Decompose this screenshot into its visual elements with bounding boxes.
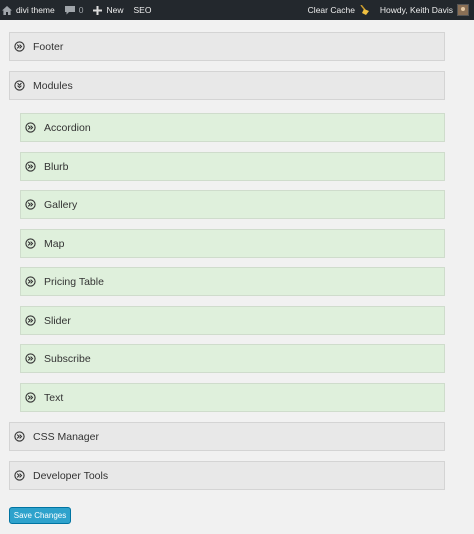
module-slider-label: Slider xyxy=(44,314,71,327)
module-accordion-label: Accordion xyxy=(44,121,91,134)
seo-label: SEO xyxy=(133,5,152,15)
my-account-link[interactable]: Howdy, Keith Davis xyxy=(375,0,474,20)
collapse-icon xyxy=(14,80,25,91)
panel-css-manager[interactable]: CSS Manager xyxy=(9,422,445,451)
seo-link[interactable]: SEO xyxy=(129,0,157,20)
module-subscribe-label: Subscribe xyxy=(44,352,91,365)
expand-icon xyxy=(25,315,36,326)
module-gallery-label: Gallery xyxy=(44,198,78,211)
expand-icon xyxy=(25,122,36,133)
module-text[interactable]: Text xyxy=(20,383,445,412)
expand-icon xyxy=(25,276,36,287)
panel-modules[interactable]: Modules xyxy=(9,71,445,100)
comments-link[interactable]: 0 xyxy=(60,0,89,20)
expand-icon xyxy=(25,392,36,403)
panel-css-manager-label: CSS Manager xyxy=(33,430,99,443)
admin-bar: divi theme 0 New SEO Clear Cache Howdy, … xyxy=(0,0,474,20)
module-pricing-table-label: Pricing Table xyxy=(44,275,104,288)
admin-bar-right: Clear Cache Howdy, Keith Davis xyxy=(303,0,474,20)
plus-icon xyxy=(93,5,103,15)
expand-icon xyxy=(14,431,25,442)
module-accordion[interactable]: Accordion xyxy=(20,113,445,142)
clear-cache-label: Clear Cache xyxy=(307,5,355,15)
panel-modules-label: Modules xyxy=(33,79,73,92)
avatar xyxy=(457,4,469,16)
expand-icon xyxy=(25,238,36,249)
panel-developer-tools[interactable]: Developer Tools xyxy=(9,461,445,490)
expand-icon xyxy=(25,161,36,172)
comment-count: 0 xyxy=(78,5,84,15)
module-slider[interactable]: Slider xyxy=(20,306,445,335)
module-blurb-label: Blurb xyxy=(44,160,69,173)
module-text-label: Text xyxy=(44,391,64,404)
expand-icon xyxy=(25,353,36,364)
module-blurb[interactable]: Blurb xyxy=(20,152,445,181)
clear-cache-link[interactable]: Clear Cache xyxy=(303,0,375,20)
module-subscribe[interactable]: Subscribe xyxy=(20,344,445,373)
module-pricing-table[interactable]: Pricing Table xyxy=(20,267,445,296)
module-map[interactable]: Map xyxy=(20,229,445,258)
save-changes-button[interactable]: Save Changes xyxy=(9,507,71,524)
expand-icon xyxy=(14,41,25,52)
site-name-link[interactable]: divi theme xyxy=(0,0,60,20)
expand-icon xyxy=(14,470,25,481)
new-label: New xyxy=(106,5,124,15)
module-gallery[interactable]: Gallery xyxy=(20,190,445,219)
panel-footer-label: Footer xyxy=(33,40,64,53)
comment-icon xyxy=(64,5,75,15)
broom-icon xyxy=(359,5,370,15)
module-map-label: Map xyxy=(44,237,65,250)
new-content-link[interactable]: New xyxy=(88,0,128,20)
panel-footer[interactable]: Footer xyxy=(9,32,445,61)
panel-developer-tools-label: Developer Tools xyxy=(33,469,109,482)
howdy-label: Howdy, Keith Davis xyxy=(379,5,453,15)
admin-bar-left: divi theme 0 New SEO xyxy=(0,0,156,20)
home-icon xyxy=(2,5,12,15)
expand-icon xyxy=(25,199,36,210)
site-name: divi theme xyxy=(16,5,55,15)
